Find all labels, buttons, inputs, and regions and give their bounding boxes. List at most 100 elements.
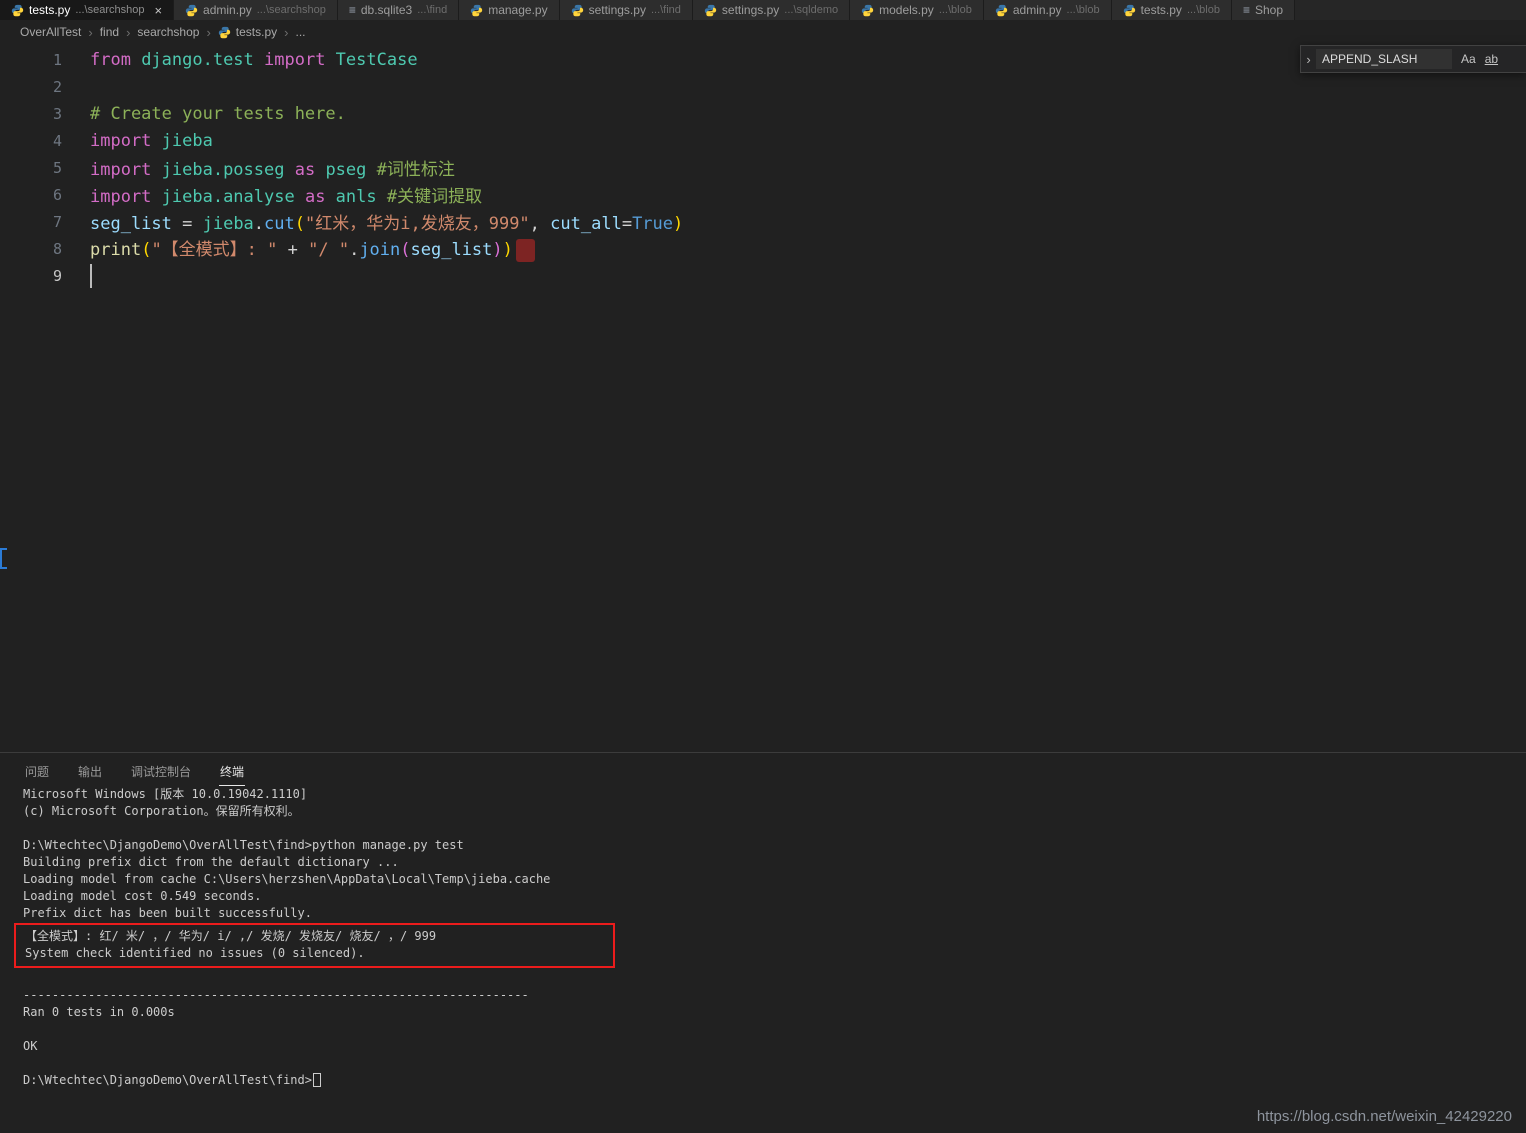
code-editor[interactable]: 1from django.test import TestCase 2 3 # Cre…	[0, 44, 1526, 752]
tab-label: manage.py	[488, 3, 547, 17]
tab-description: ...\searchshop	[75, 4, 144, 16]
close-icon[interactable]: ×	[154, 4, 162, 17]
tab-description: ...\find	[651, 4, 681, 16]
code-line: print("【全模式】: " + "/ ".join(seg_list))	[90, 235, 535, 262]
python-icon	[995, 4, 1008, 17]
line-number: 8	[0, 240, 62, 258]
panel-tab-bar: 问题输出调试控制台终端	[0, 753, 1526, 786]
code-row: 2	[0, 73, 1526, 100]
breadcrumb-item[interactable]: OverAllTest	[20, 25, 81, 39]
terminal-line: OK	[23, 1038, 1526, 1055]
tab-label: Shop	[1255, 3, 1283, 17]
terminal-line: Prefix dict has been built successfully.	[23, 905, 1526, 922]
tab-admin.py[interactable]: admin.py ...\blob	[984, 0, 1112, 20]
line-number: 4	[0, 132, 62, 150]
tab-description: ...\sqldemo	[784, 4, 838, 16]
code-line: # Create your tests here.	[90, 104, 346, 124]
breadcrumb-label: tests.py	[236, 25, 277, 39]
watermark-text: https://blog.csdn.net/weixin_42429220	[1257, 1108, 1512, 1125]
code-row: 4import jieba	[0, 127, 1526, 154]
breadcrumb-separator-icon: ›	[284, 25, 288, 40]
breadcrumb-separator-icon: ›	[126, 25, 130, 40]
breadcrumb-item[interactable]: find	[100, 25, 119, 39]
terminal-line: 【全模式】: 红/ 米/ ，/ 华为/ i/ ,/ 发烧/ 发烧友/ 烧友/ ，…	[25, 928, 613, 945]
terminal-line: Loading model from cache C:\Users\herzsh…	[23, 871, 1526, 888]
terminal-line: (c) Microsoft Corporation。保留所有权利。	[23, 803, 1526, 820]
line-number: 7	[0, 213, 62, 231]
tab-description: ...\blob	[939, 4, 972, 16]
tab-tests.py[interactable]: tests.py...\blob	[1112, 0, 1232, 20]
tab-Shop[interactable]: ≡ Shop	[1232, 0, 1295, 20]
panel-tab-终端[interactable]: 终端	[219, 754, 245, 786]
tab-description: ...\blob	[1187, 4, 1220, 16]
tab-label: db.sqlite3	[361, 3, 412, 17]
tab-label: admin.py	[203, 3, 252, 17]
python-icon	[704, 4, 717, 17]
python-icon	[185, 4, 198, 17]
tab-db.sqlite3[interactable]: ≡ db.sqlite3 ...\find	[338, 0, 459, 20]
tab-label: settings.py	[589, 3, 646, 17]
line-number: 2	[0, 78, 62, 96]
python-icon	[861, 4, 874, 17]
bottom-panel: 问题输出调试控制台终端 Microsoft Windows [版本 10.0.1…	[0, 752, 1526, 1133]
terminal-line	[23, 1055, 1526, 1072]
find-input[interactable]	[1316, 49, 1452, 69]
code-row: 3 # Create your tests here.	[0, 100, 1526, 127]
find-toggle-chevron-icon[interactable]: ›	[1301, 52, 1316, 67]
breadcrumb-item[interactable]: ...	[296, 25, 306, 39]
find-widget: › Aa ab	[1300, 45, 1526, 73]
tab-label: admin.py	[1013, 3, 1062, 17]
python-icon	[11, 4, 24, 17]
python-icon	[571, 4, 584, 17]
tab-description: ...\blob	[1067, 4, 1100, 16]
tab-settings.py[interactable]: settings.py ...\sqldemo	[693, 0, 850, 20]
tab-settings.py[interactable]: settings.py ...\find	[560, 0, 693, 20]
tab-models.py[interactable]: models.py ...\blob	[850, 0, 984, 20]
code-line: from django.test import TestCase	[90, 50, 418, 70]
code-row: 5 import jieba.posseg as pseg #词性标注	[0, 154, 1526, 181]
panel-tab-问题[interactable]: 问题	[24, 754, 50, 785]
tab-manage.py[interactable]: manage.py	[459, 0, 559, 20]
code-row: 1from django.test import TestCase	[0, 46, 1526, 73]
line-number: 6	[0, 186, 62, 204]
breadcrumb-label: find	[100, 25, 119, 39]
terminal-line: D:\Wtechtec\DjangoDemo\OverAllTest\find>…	[23, 837, 1526, 854]
code-line: import jieba.posseg as pseg #词性标注	[90, 155, 455, 180]
line-number: 5	[0, 159, 62, 177]
tab-tests.py[interactable]: tests.py...\searchshop×	[0, 0, 174, 20]
code-row: 7 seg_list = jieba.cut("红米，华为i,发烧友，999", …	[0, 208, 1526, 235]
terminal-line	[23, 1021, 1526, 1038]
tab-label: models.py	[879, 3, 934, 17]
python-icon	[1123, 4, 1136, 17]
code-row: 8 print("【全模式】: " + "/ ".join(seg_list))	[0, 235, 1526, 262]
terminal-output[interactable]: Microsoft Windows [版本 10.0.19042.1110](c…	[0, 786, 1526, 1089]
editor-caret-icon	[90, 264, 92, 288]
code-row: 6 import jieba.analyse as anls #关键词提取	[0, 181, 1526, 208]
database-icon: ≡	[349, 3, 356, 17]
terminal-line	[23, 820, 1526, 837]
database-icon: ≡	[1243, 3, 1250, 17]
code-line: import jieba.analyse as anls #关键词提取	[90, 182, 482, 207]
tab-description: ...\find	[417, 4, 447, 16]
breadcrumb-item[interactable]: tests.py	[218, 25, 277, 39]
breadcrumb-separator-icon: ›	[206, 25, 210, 40]
tab-admin.py[interactable]: admin.py ...\searchshop	[174, 0, 338, 20]
panel-tab-输出[interactable]: 输出	[77, 754, 103, 785]
terminal-line: Loading model cost 0.549 seconds.	[23, 888, 1526, 905]
tab-description: ...\searchshop	[257, 4, 326, 16]
left-edge-marker	[0, 548, 7, 569]
whole-word-icon[interactable]: ab	[1485, 52, 1498, 66]
breadcrumb-item[interactable]: searchshop	[137, 25, 199, 39]
terminal-prompt[interactable]: D:\Wtechtec\DjangoDemo\OverAllTest\find>	[23, 1072, 1526, 1089]
terminal-line	[23, 970, 1526, 987]
python-icon	[470, 4, 483, 17]
panel-tab-调试控制台[interactable]: 调试控制台	[130, 754, 192, 785]
line-number: 3	[0, 105, 62, 123]
tab-bar: tests.py...\searchshop×admin.py...\searc…	[0, 0, 1526, 20]
match-case-icon[interactable]: Aa	[1461, 52, 1476, 66]
line-number: 9	[0, 267, 62, 285]
tab-label: settings.py	[722, 3, 779, 17]
code-line: seg_list = jieba.cut("红米，华为i,发烧友，999", c…	[90, 209, 683, 234]
breadcrumb-label: searchshop	[137, 25, 199, 39]
breadcrumb-separator-icon: ›	[88, 25, 92, 40]
